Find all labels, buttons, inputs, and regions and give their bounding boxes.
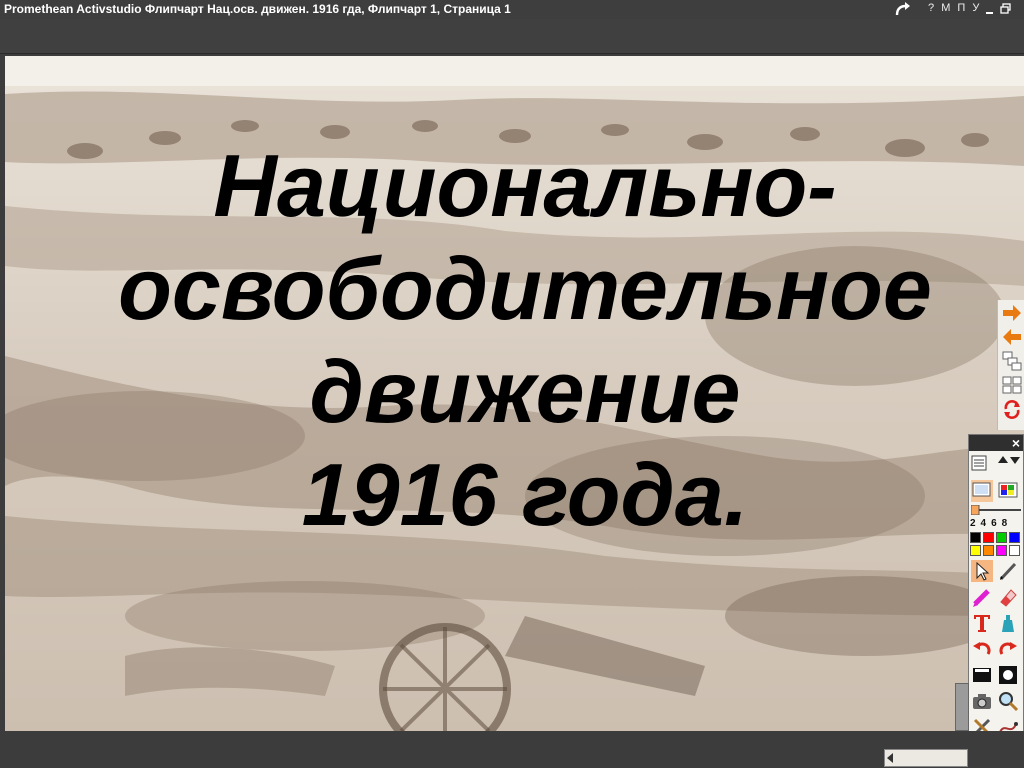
title-line: освободительное: [118, 239, 932, 338]
desktop-annotate-icon[interactable]: [997, 480, 1019, 502]
flipchart-page[interactable]: Национально- освободительное движение 19…: [5, 56, 1024, 731]
undo-icon[interactable]: [971, 638, 993, 660]
color-swatch[interactable]: [983, 545, 994, 556]
color-swatch[interactable]: [970, 532, 981, 543]
next-page-icon[interactable]: [1001, 302, 1023, 324]
menu-m-button[interactable]: М: [941, 2, 950, 14]
color-swatch[interactable]: [1009, 545, 1020, 556]
scroll-down-icon[interactable]: [1009, 455, 1021, 465]
redo-icon[interactable]: [893, 1, 911, 18]
toolbox-close-icon[interactable]: ×: [1012, 435, 1020, 451]
menu-p-button[interactable]: П: [957, 2, 965, 14]
color-swatch[interactable]: [996, 532, 1007, 543]
pen-width-slider[interactable]: [971, 505, 1021, 515]
color-swatch[interactable]: [1009, 532, 1020, 543]
window-menu-buttons: ? М П У: [928, 2, 983, 14]
color-swatch[interactable]: [996, 545, 1007, 556]
spotlight-icon[interactable]: [997, 664, 1019, 686]
select-arrow-icon[interactable]: [971, 560, 993, 582]
title-bar: Promethean Activstudio Флипчарт Нац.осв.…: [0, 0, 1024, 31]
color-swatch[interactable]: [983, 532, 994, 543]
window-title: Promethean Activstudio Флипчарт Нац.осв.…: [4, 2, 511, 16]
toolbox-menu-icon[interactable]: [971, 454, 989, 472]
page-sorter-icon[interactable]: [1001, 350, 1023, 372]
camera-icon[interactable]: [971, 690, 993, 712]
page-grid-icon[interactable]: [1001, 374, 1023, 396]
text-tool-icon[interactable]: [971, 612, 993, 634]
flipchart-icon[interactable]: [971, 480, 993, 502]
reset-page-icon[interactable]: [1001, 398, 1023, 420]
main-toolbox: × 2468: [968, 434, 1024, 768]
toolbox-header[interactable]: ×: [969, 435, 1023, 451]
scroll-left-icon[interactable]: [887, 753, 893, 763]
scroll-up-icon[interactable]: [997, 455, 1009, 465]
highlighter-icon[interactable]: [971, 586, 993, 608]
pen-icon[interactable]: [997, 560, 1019, 582]
page-navigation: [997, 300, 1024, 430]
eraser-icon[interactable]: [997, 586, 1019, 608]
pen-width-presets[interactable]: 2468: [970, 518, 1024, 529]
reveal-tool-icon[interactable]: [971, 664, 993, 686]
minimize-icon[interactable]: [985, 3, 994, 15]
redo-tool-icon[interactable]: [997, 638, 1019, 660]
status-bar: [0, 731, 1024, 768]
previous-page-icon[interactable]: [1001, 326, 1023, 348]
color-swatch[interactable]: [970, 545, 981, 556]
restore-icon[interactable]: [1000, 3, 1012, 15]
magnifier-icon[interactable]: [997, 690, 1019, 712]
horizontal-scrollbar[interactable]: [884, 749, 968, 767]
trash-bin-icon[interactable]: [955, 683, 969, 731]
title-line: Национально-: [213, 136, 837, 235]
slide-title[interactable]: Национально- освободительное движение 19…: [5, 134, 1024, 546]
title-line: движение: [309, 342, 741, 441]
title-line: 1916 года.: [301, 445, 749, 544]
fill-tool-icon[interactable]: [997, 612, 1019, 634]
help-button[interactable]: ?: [928, 2, 934, 14]
menu-u-button[interactable]: У: [972, 2, 979, 14]
app-toolbar: [0, 19, 1024, 54]
